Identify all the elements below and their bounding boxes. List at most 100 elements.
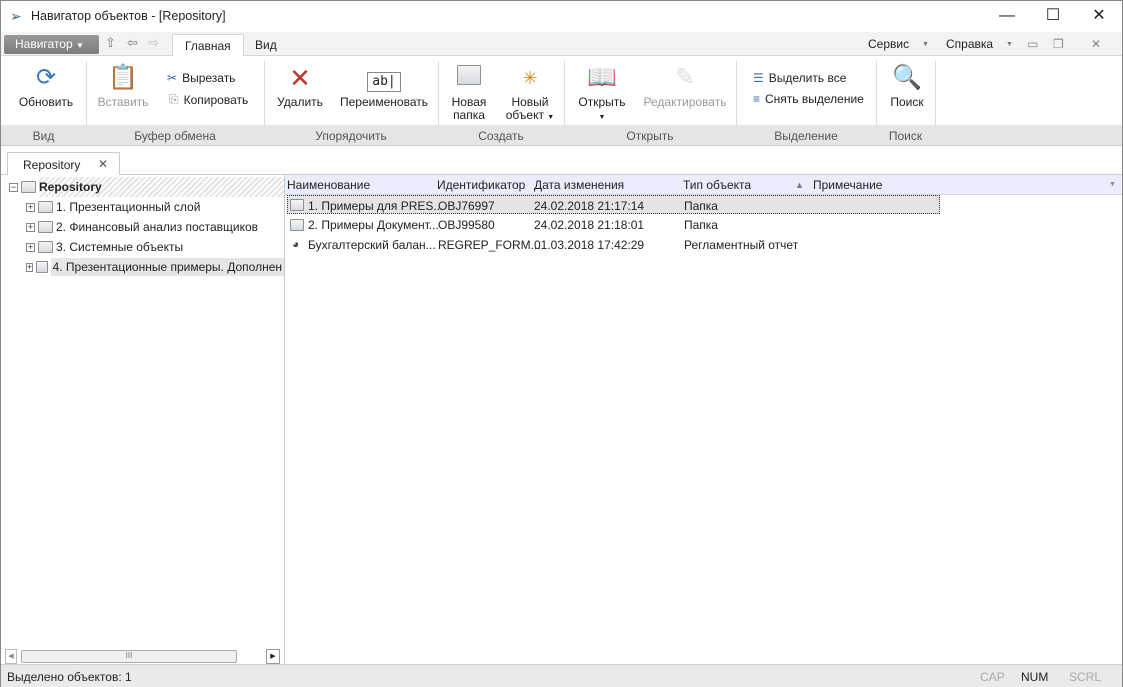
select-all-label: Выделить все bbox=[768, 71, 847, 85]
ribbon: ⟳ Обновить 📋 Вставить ✂ Вырезать ⎘ Копироват… bbox=[1, 56, 1122, 125]
group-label: Создать bbox=[478, 129, 524, 143]
open-button[interactable]: 📖 Открыть ▼ bbox=[575, 64, 629, 124]
mdi-restore-icon[interactable]: ❐ bbox=[1053, 37, 1064, 51]
back-arrow-icon[interactable]: ⇦ bbox=[127, 35, 138, 51]
document-tabs: Repository ✕ bbox=[1, 146, 1122, 176]
navigator-label: Навигатор bbox=[15, 37, 73, 51]
chevron-down-icon: ▼ bbox=[76, 41, 84, 50]
rename-button[interactable]: ab| Переименовать bbox=[339, 64, 429, 109]
delete-button[interactable]: ✕ Удалить bbox=[273, 64, 327, 109]
folder-icon bbox=[36, 261, 48, 273]
expand-icon[interactable]: + bbox=[26, 222, 35, 232]
clipboard-icon: 📋 bbox=[108, 64, 138, 91]
search-icon: 🔍 bbox=[892, 64, 922, 91]
tree-root-label: Repository bbox=[39, 180, 102, 194]
column-header-note[interactable]: Примечание bbox=[813, 178, 882, 192]
deselect-label: Снять выделение bbox=[765, 92, 864, 106]
rename-icon: ab| bbox=[339, 64, 429, 92]
tree-item[interactable]: +3. Системные объекты bbox=[26, 237, 183, 257]
close-button[interactable]: ✕ bbox=[1076, 5, 1122, 29]
select-all-button[interactable]: ☰ Выделить все bbox=[753, 71, 846, 85]
horizontal-scrollbar[interactable]: ◀ III ▶ bbox=[5, 649, 281, 664]
cell-type: Папка bbox=[684, 199, 718, 213]
folder-icon bbox=[38, 201, 53, 213]
tree-item[interactable]: +4. Презентационные примеры. Дополнен bbox=[26, 257, 284, 277]
tree-item[interactable]: +1. Презентационный слой bbox=[26, 197, 200, 217]
sort-asc-icon: ▲ bbox=[795, 180, 804, 190]
scrl-indicator: SCRL bbox=[1069, 670, 1102, 684]
tab-main[interactable]: Главная bbox=[172, 34, 244, 57]
refresh-label: Обновить bbox=[18, 95, 74, 109]
paste-label: Вставить bbox=[97, 95, 149, 109]
column-header-type[interactable]: Тип объекта bbox=[683, 178, 751, 192]
cut-label: Вырезать bbox=[182, 71, 236, 85]
cell-id: OBJ76997 bbox=[438, 199, 495, 213]
mdi-minimize-icon[interactable]: ▭ bbox=[1027, 37, 1038, 51]
object-list: Наименование Идентификатор Дата изменени… bbox=[285, 175, 1122, 664]
column-header-id[interactable]: Идентификатор bbox=[437, 178, 525, 192]
chevron-down-icon[interactable]: ▼ bbox=[1109, 181, 1116, 188]
group-label: Выделение bbox=[774, 129, 838, 143]
cap-indicator: CAP bbox=[980, 670, 1005, 684]
edit-button[interactable]: ✎ Редактировать bbox=[641, 64, 729, 109]
help-menu[interactable]: Справка bbox=[946, 37, 993, 51]
new-object-icon: ✳ bbox=[522, 68, 538, 88]
cut-button[interactable]: ✂ Вырезать bbox=[167, 71, 235, 85]
up-arrow-icon[interactable]: ⇧ bbox=[105, 35, 116, 51]
search-button[interactable]: 🔍 Поиск bbox=[885, 64, 929, 109]
chevron-down-icon: ▼ bbox=[1006, 41, 1013, 48]
expand-icon[interactable]: + bbox=[26, 262, 34, 272]
group-label: Поиск bbox=[888, 129, 923, 143]
menu-row: Навигатор ▼ ⇧ ⇦ ⇨ Главная Вид Сервис ▼ С… bbox=[1, 32, 1122, 57]
tree-root[interactable]: − Repository bbox=[9, 177, 284, 197]
folder-icon bbox=[21, 181, 36, 193]
new-folder-button[interactable]: Новая папка bbox=[447, 64, 491, 122]
report-icon: ◕ bbox=[292, 237, 300, 251]
table-row[interactable]: 2. Примеры Документ... OBJ99580 24.02.20… bbox=[287, 215, 940, 234]
scroll-right-icon[interactable]: ▶ bbox=[266, 649, 280, 664]
minimize-button[interactable]: — bbox=[984, 5, 1030, 29]
new-object-label-2: объект bbox=[505, 108, 544, 122]
table-row[interactable]: ◕ Бухгалтерский балан... REGREP_FORM... … bbox=[287, 235, 940, 254]
column-header-date[interactable]: Дата изменения bbox=[534, 178, 624, 192]
new-object-label-1: Новый bbox=[511, 95, 549, 109]
folder-icon bbox=[290, 219, 304, 231]
folder-icon bbox=[38, 221, 53, 233]
maximize-button[interactable]: ☐ bbox=[1030, 5, 1076, 29]
book-icon: 📖 bbox=[587, 64, 617, 91]
rename-label: Переименовать bbox=[340, 95, 428, 109]
tab-view[interactable]: Вид bbox=[243, 34, 289, 57]
scroll-thumb[interactable]: III bbox=[21, 650, 237, 663]
paste-button[interactable]: 📋 Вставить bbox=[93, 64, 153, 109]
mdi-close-icon[interactable]: ✕ bbox=[1091, 37, 1101, 51]
pencil-icon: ✎ bbox=[674, 64, 696, 91]
edit-label: Редактировать bbox=[643, 95, 727, 109]
navigator-tree: − Repository +1. Презентационный слой +2.… bbox=[1, 175, 285, 664]
tree-item[interactable]: +2. Финансовый анализ поставщиков bbox=[26, 217, 258, 237]
expand-icon[interactable]: + bbox=[26, 202, 35, 212]
chevron-down-icon: ▼ bbox=[547, 114, 555, 121]
tree-item-label: 3. Системные объекты bbox=[56, 240, 184, 254]
folder-icon bbox=[290, 199, 304, 211]
service-menu[interactable]: Сервис bbox=[868, 37, 909, 51]
new-object-button[interactable]: ✳ Новый объект ▼ bbox=[501, 64, 559, 124]
expand-icon[interactable]: + bbox=[26, 242, 35, 252]
cell-name: 2. Примеры Документ... bbox=[308, 218, 439, 232]
copy-button[interactable]: ⎘ Копировать bbox=[169, 92, 248, 107]
chevron-down-icon: ▼ bbox=[598, 114, 606, 121]
deselect-button[interactable]: ≡ Снять выделение bbox=[753, 92, 864, 106]
refresh-button[interactable]: ⟳ Обновить bbox=[13, 64, 79, 109]
new-folder-label-2: папка bbox=[453, 108, 485, 122]
forward-arrow-icon[interactable]: ⇨ bbox=[148, 35, 159, 51]
delete-x-icon: ✕ bbox=[289, 63, 311, 93]
table-row[interactable]: 1. Примеры для PRES... OBJ76997 24.02.20… bbox=[287, 195, 940, 214]
navigator-dropdown[interactable]: Навигатор ▼ bbox=[4, 35, 99, 54]
close-tab-icon[interactable]: ✕ bbox=[98, 157, 108, 171]
cell-date: 24.02.2018 21:17:14 bbox=[534, 199, 645, 213]
tab-repository[interactable]: Repository ✕ bbox=[7, 152, 120, 176]
collapse-icon[interactable]: − bbox=[9, 182, 18, 192]
column-header-name[interactable]: Наименование bbox=[287, 178, 370, 192]
refresh-icon: ⟳ bbox=[35, 64, 57, 91]
status-bar: Выделено объектов: 1 CAP NUM SCRL bbox=[1, 664, 1122, 687]
scroll-left-icon[interactable]: ◀ bbox=[5, 649, 17, 664]
